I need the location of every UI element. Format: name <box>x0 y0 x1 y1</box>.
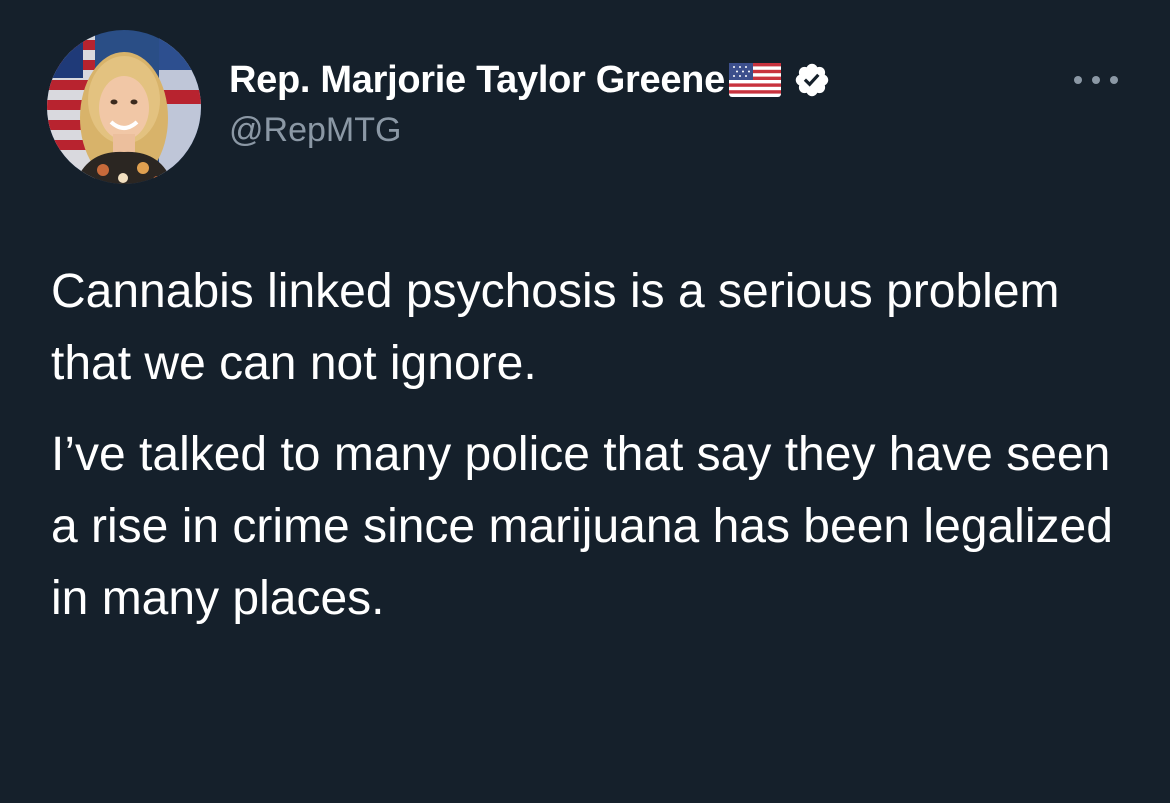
verified-badge-icon[interactable] <box>793 61 831 99</box>
more-options-button[interactable] <box>1068 64 1124 96</box>
author-avatar[interactable] <box>47 30 201 184</box>
author-handle[interactable]: @RepMTG <box>229 111 831 150</box>
more-options-icon <box>1074 76 1118 84</box>
author-name-row[interactable]: Rep. Marjorie Taylor Greene <box>229 57 831 103</box>
tweet-card: Rep. Marjorie Taylor Greene @RepMTG Cann… <box>0 0 1170 803</box>
us-flag-icon <box>728 63 781 97</box>
tweet-text: Cannabis linked psychosis is a serious p… <box>51 256 1141 635</box>
tweet-header: Rep. Marjorie Taylor Greene @RepMTG <box>229 57 831 150</box>
tweet-paragraph: I’ve talked to many police that say they… <box>51 428 1113 625</box>
tweet-paragraph: Cannabis linked psychosis is a serious p… <box>51 265 1060 390</box>
avatar-photo <box>47 30 201 184</box>
author-display-name[interactable]: Rep. Marjorie Taylor Greene <box>229 59 725 102</box>
